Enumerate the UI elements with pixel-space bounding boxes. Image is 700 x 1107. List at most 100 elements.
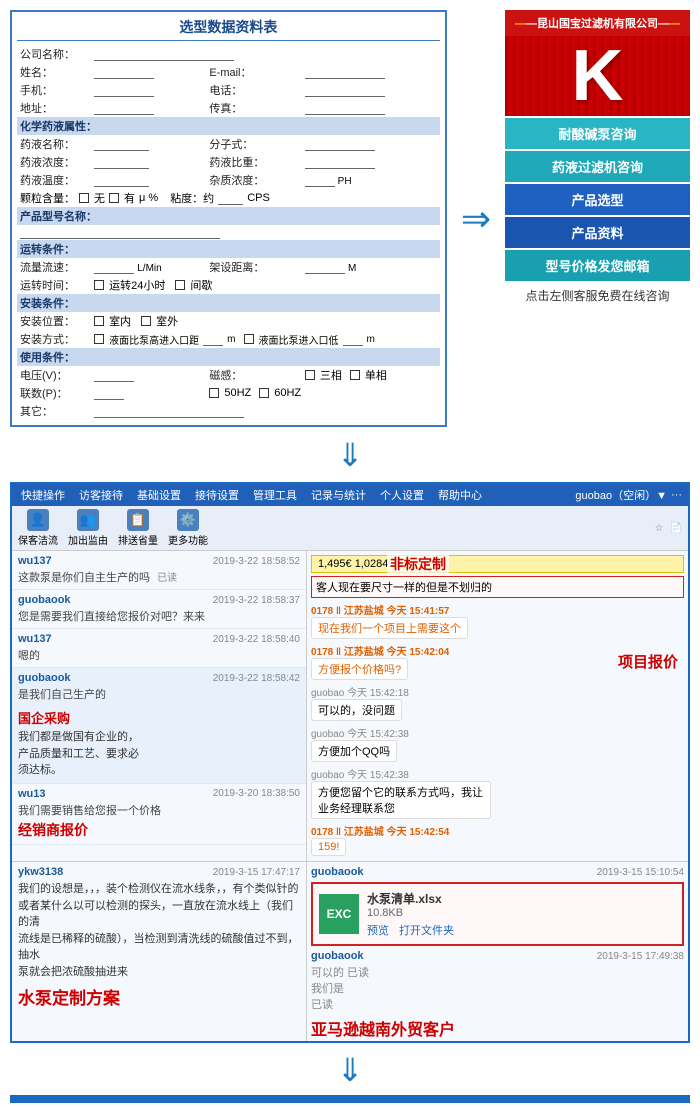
right-panel: —昆山国宝过滤机有限公司— K 耐酸碱泵咨询 药液过滤机咨询 产品选型 产品资料… [505, 10, 690, 304]
msg-preview-2: 嗯的 [18, 647, 278, 663]
k-letter: K [572, 36, 624, 116]
cb-none[interactable] [79, 193, 89, 203]
cb-regular[interactable] [175, 280, 185, 290]
bottom-left-text: 我们的设想是，，，装个检测仪在流水线条，，有个类似针的 或者某什么以可以检测的探… [18, 881, 300, 980]
temp-label: 药液温度： [17, 171, 91, 189]
user-area: guobao（空闲）▼ ··· [575, 487, 682, 503]
right-msg-2: guobao 今天 15:42:18 可以的，没问题 [311, 684, 684, 721]
k-logo: K [505, 36, 690, 116]
tel-label: 电话： [206, 81, 302, 99]
msg-header-4: wu13 2019-3-20 18:38:50 [18, 788, 300, 800]
section-chemical: 化学药液属性： [17, 117, 440, 135]
cb-outdoor[interactable] [141, 316, 151, 326]
bottom-right-text2: 可以的 已读 [311, 964, 684, 980]
nav-personal[interactable]: 个人设置 [377, 486, 427, 504]
msg-time-3: 2019-3-22 18:58:42 [213, 673, 300, 684]
list-item[interactable]: wu13 2019-3-20 18:38:50 我们需要销售给您报一个价格 经销… [12, 784, 306, 845]
bottom-right-time: 2019-3-15 15:10:54 [597, 867, 684, 878]
arrow-down-icon-bottom: ⇓ [337, 1051, 364, 1089]
name-label: 姓名： [17, 63, 91, 81]
pump-custom-label: 水泵定制方案 [18, 984, 300, 1009]
file-info: 水泵清单.xlsx 10.8KB 预览 打开文件夹 [367, 890, 454, 938]
molecular-label: 分子式： [206, 135, 302, 153]
cb-liquid-in[interactable] [94, 334, 104, 344]
guoqi-text: 我们都是做国有企业的，产品质量和工艺、要求必须达标。 [18, 729, 300, 779]
arrow-down-icon: ⇓ [337, 436, 364, 474]
btn-filter[interactable]: 药液过滤机咨询 [505, 151, 690, 182]
toolbar-btn-more[interactable]: ⚙️ 更多功能 [168, 509, 208, 547]
email-label: E-mail： [206, 63, 302, 81]
toolbar-btn-1[interactable]: 👤 保客洁流 [18, 509, 58, 547]
btn-price-email[interactable]: 型号价格发您邮箱 [505, 250, 690, 281]
impurity-label: 杂质浓度： [206, 171, 302, 189]
bottom-right-user3: 我们是 [311, 980, 684, 996]
chat-bottom-left: ykw3138 2019-3-15 17:47:17 我们的设想是，，，装个检测… [12, 862, 307, 1041]
file-actions: 预览 打开文件夹 [367, 922, 454, 938]
nav-help[interactable]: 帮助中心 [435, 486, 485, 504]
list-item[interactable]: guobaook 2019-3-22 18:58:37 您是需要我们直接给您报价… [12, 590, 306, 629]
list-item[interactable]: wu137 2019-3-22 18:58:52 这款泵是你们自主生产的吗 已读 [12, 551, 306, 590]
username-display: guobao（空闲）▼ [575, 487, 667, 503]
rmsg-bubble-3: 方便加个QQ吗 [311, 740, 397, 762]
btn-acid-pump[interactable]: 耐酸碱泵咨询 [505, 118, 690, 149]
btn-open-folder[interactable]: 打开文件夹 [399, 922, 454, 938]
fax-label: 传真： [206, 99, 302, 117]
rmsg-sender-0: 0178 ‖ 江苏盐城 今天 15:41:57 [311, 602, 684, 617]
jingxiao-label: 经销商报价 [18, 820, 300, 840]
toolbar-star[interactable]: ☆ [655, 523, 664, 534]
particles-row: 颗粒含量： 无 有 μ % 粘度：约 CPS [20, 190, 437, 206]
toolbar-btn-3[interactable]: 📋 排送省量 [118, 509, 158, 547]
cb-single[interactable] [350, 370, 360, 380]
nav-basic[interactable]: 基础设置 [134, 486, 184, 504]
cb-yes[interactable] [109, 193, 119, 203]
nav-quick[interactable]: 快捷操作 [18, 486, 68, 504]
company-name-label: 公司名称： [17, 45, 91, 63]
amazon-label: 亚马逊越南外贸客户 [311, 1016, 684, 1040]
arrow-right: ⇒ [457, 198, 495, 240]
msg-time-2: 2019-3-22 18:58:40 [213, 634, 300, 645]
custom-note: 客人现在要尺寸一样的但是不划归的 [311, 576, 684, 598]
list-item[interactable]: wu137 2019-3-22 18:58:40 嗯的 [12, 629, 306, 668]
rmsg-bubble-4: 方便您留个它的联系方式吗，我让业务经理联系您 [311, 781, 491, 819]
chat-bottom-right: guobaook 2019-3-15 15:10:54 EXC 水泵清单.xls… [307, 862, 688, 1041]
btn-model-select[interactable]: 产品选型 [505, 184, 690, 215]
nav-manage[interactable]: 管理工具 [250, 486, 300, 504]
cb-24h[interactable] [94, 280, 104, 290]
nav-receive[interactable]: 接待设置 [192, 486, 242, 504]
chat-section: 快捷操作 访客接待 基础设置 接待设置 管理工具 记录与统计 个人设置 帮助中心… [10, 482, 690, 1043]
topbar-dots[interactable]: ··· [671, 489, 682, 501]
cb-50hz[interactable] [209, 388, 219, 398]
section-operation: 运转条件： [17, 240, 440, 258]
top-section: 选型数据资料表 公司名称： 姓名： E-mail： 手机： 电话： 地址： [0, 0, 700, 432]
cb-liquid-out[interactable] [244, 334, 254, 344]
chat-nav: 快捷操作 访客接待 基础设置 接待设置 管理工具 记录与统计 个人设置 帮助中心 [18, 486, 569, 504]
rmsg-sender-5: 0178 ‖ 江苏盐城 今天 15:42:54 [311, 823, 684, 838]
cb-indoor[interactable] [94, 316, 104, 326]
btn-preview[interactable]: 预览 [367, 922, 389, 938]
guoqi-label: 国企采购 [18, 706, 300, 729]
toolbar-icon-3: 📋 [127, 509, 149, 531]
toolbar-doc[interactable]: 📄 [670, 523, 682, 534]
particles-label: 颗粒含量： [20, 190, 75, 206]
list-item[interactable]: guobaook 2019-3-22 18:58:42 是我们自己生产的 国企采… [12, 668, 306, 784]
rmsg-bubble-5: 159! [311, 838, 346, 856]
rmsg-sender-3: guobao 今天 15:42:38 [311, 725, 684, 740]
feibiao-label: 非标定制 [387, 553, 449, 575]
btn-product-info[interactable]: 产品资料 [505, 217, 690, 248]
bottom-bar [10, 1095, 690, 1103]
cb-three[interactable] [305, 370, 315, 380]
nav-visit[interactable]: 访客接待 [76, 486, 126, 504]
msg-header-0: wu137 2019-3-22 18:58:52 [18, 555, 300, 567]
msg-time-4: 2019-3-20 18:38:50 [213, 788, 300, 799]
msg-preview-4: 我们需要销售给您报一个价格 [18, 802, 278, 818]
nav-record[interactable]: 记录与统计 [308, 486, 369, 504]
toolbar-icon-2: 👥 [77, 509, 99, 531]
cb-60hz[interactable] [259, 388, 269, 398]
bottom-right-user: guobaook [311, 866, 364, 878]
toolbar-btn-2[interactable]: 👥 加出监由 [68, 509, 108, 547]
address-label: 地址： [17, 99, 91, 117]
bottom-left-user: ykw3138 [18, 866, 63, 878]
file-icon: EXC [319, 894, 359, 934]
bottom-right-header: guobaook 2019-3-15 15:10:54 [311, 866, 684, 878]
msg-name-4: wu13 [18, 788, 46, 800]
